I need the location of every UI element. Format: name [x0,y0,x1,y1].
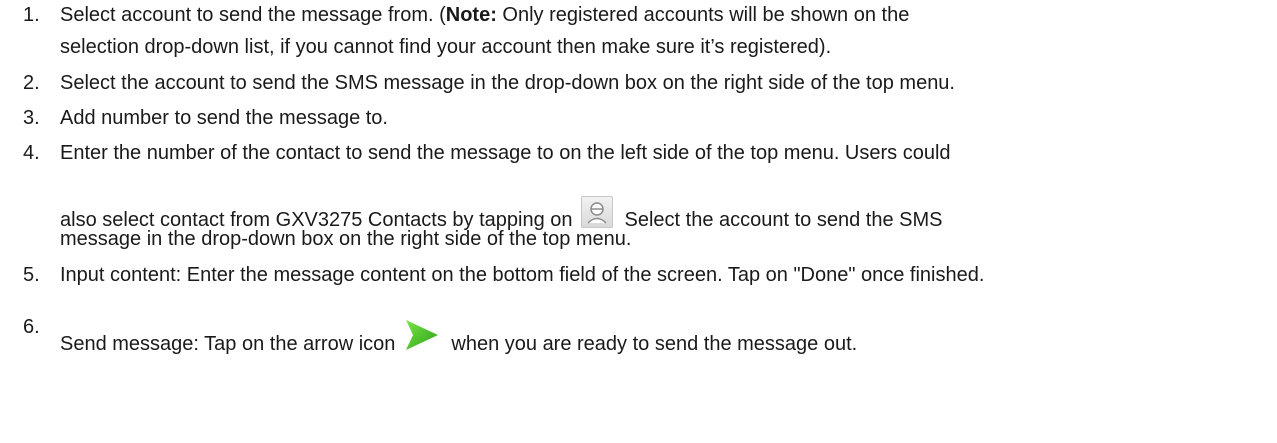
item-line: Send message: Tap on the arrow icon when … [60,316,857,356]
note-label: Note: [445,4,497,26]
contact-avatar-icon [580,196,613,228]
item-text: Select the account to send the SMS [624,209,943,231]
item-line: Select the account to send the SMS messa… [60,72,955,94]
item-text: when you are ready to send the message o… [451,333,858,355]
item-text: Select account to send the message from.… [60,4,446,26]
item-text: Send message: Tap on the arrow icon [60,333,396,355]
item-number: 4. [23,142,40,164]
send-arrow-icon [403,316,441,354]
item-line: Select account to send the message from.… [60,4,909,27]
item-line: also select contact from GXV3275 Contact… [60,196,942,232]
item-line: Add number to send the message to. [60,107,388,129]
item-number: 6. [23,316,40,338]
item-number: 3. [23,107,40,129]
item-line: selection drop-down list, if you cannot … [60,36,832,58]
item-number: 2. [23,72,40,94]
item-number: 1. [23,4,40,26]
item-line: message in the drop-down box on the righ… [60,228,632,250]
item-line: Input content: Enter the message content… [60,264,985,286]
item-number: 5. [23,264,40,286]
item-line: Enter the number of the contact to send … [60,142,951,164]
item-text: Only registered accounts will be shown o… [496,4,910,26]
